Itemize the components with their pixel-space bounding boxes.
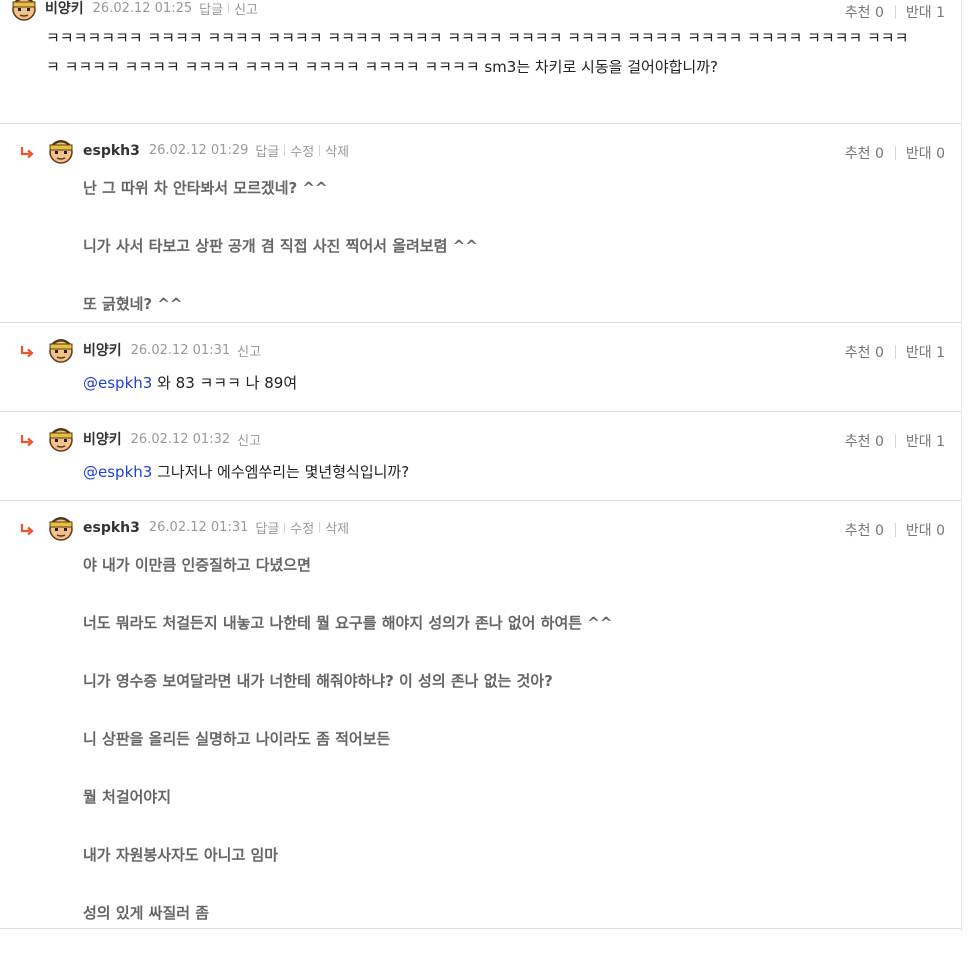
user-avatar-icon [49,140,73,164]
edit-button[interactable]: 수정 [290,518,314,537]
comment-paragraph: 니 상판을 올리든 실명하고 나이라도 좀 적어보든 [83,730,391,748]
author-name[interactable]: espkh3 [83,520,140,536]
upvote-button[interactable]: 추천 0 [845,2,884,22]
comment-date: 26.02.12 01:32 [130,431,231,447]
reply-arrow-icon [20,521,34,536]
reply-arrow-icon [20,144,34,159]
report-button[interactable]: 신고 [234,0,258,18]
upvote-button[interactable]: 추천 0 [845,520,884,540]
avatar[interactable] [10,0,38,22]
divider [894,523,896,537]
divider [894,434,896,448]
comment-text: ㅋㅋㅋㅋㅋㅋㅋ ㅋㅋㅋㅋ ㅋㅋㅋㅋ ㅋㅋㅋㅋ ㅋㅋㅋㅋ ㅋㅋㅋㅋ ㅋㅋㅋㅋ ㅋㅋ… [46,29,909,76]
avatar[interactable] [47,514,75,542]
reply-comment: espkh3 26.02.12 01:29 답글 수정 삭제 추천 0 반대 0… [0,124,961,323]
author-name[interactable]: 비양키 [83,340,122,360]
comment-paragraph: 뭘 처걸어야지 [83,788,172,806]
comment-meta: espkh3 26.02.12 01:29 답글 수정 삭제 [83,141,349,161]
upvote-button[interactable]: 추천 0 [845,143,884,163]
reply-comment: 비양키 26.02.12 01:31 신고 추천 0 반대 1 @espkh3 … [0,323,961,412]
comment-meta: espkh3 26.02.12 01:31 답글 수정 삭제 [83,518,349,538]
vote-controls: 추천 0 반대 0 [845,143,945,163]
delete-button[interactable]: 삭제 [325,518,349,537]
avatar[interactable] [47,137,75,165]
downvote-button[interactable]: 반대 1 [906,431,945,451]
user-avatar-icon [49,428,73,452]
reply-button[interactable]: 답글 [199,0,223,18]
vote-controls: 추천 0 반대 1 [845,342,945,362]
comment-paragraph: 야 내가 이만큼 인증질하고 다녔으면 [83,556,311,574]
comment-date: 26.02.12 01:31 [148,520,249,535]
vote-controls: 추천 0 반대 1 [845,431,945,451]
comment-date: 26.02.12 01:25 [92,0,193,16]
vote-controls: 추천 0 반대 1 [845,2,945,22]
comment-thread: 비양키 26.02.12 01:25 답글 신고 추천 0 반대 1 ㅋㅋㅋㅋㅋ… [0,0,962,932]
comment-text-content: 그나저나 에수엠쑤리는 몇년형식입니까? [152,463,410,481]
divider [228,2,230,14]
divider [319,522,321,533]
downvote-button[interactable]: 반대 1 [906,2,945,22]
comment-text: 야 내가 이만큼 인증질하고 다녔으면 너도 뭐라도 처걸든지 내놓고 나한테 … [83,551,943,957]
user-avatar-icon [49,339,73,363]
downvote-button[interactable]: 반대 0 [906,520,945,540]
comment-text: 난 그 따위 차 안타봐서 모르겠네? ^^ 니가 사서 타보고 상판 공개 겸… [83,174,943,348]
report-button[interactable]: 신고 [237,341,261,360]
comment-paragraph: 성의 있게 싸질러 좀 [83,904,210,922]
comment-paragraph: 너도 뭐라도 처걸든지 내놓고 나한테 뭘 요구를 해야지 성의가 존나 없어 … [83,614,613,632]
comment-paragraph: 난 그 따위 차 안타봐서 모르겠네? ^^ [83,179,328,197]
comment-paragraph: 또 긁혔네? ^^ [83,295,183,313]
reply-arrow-icon [20,432,34,447]
reply-arrow-icon [20,343,34,358]
upvote-button[interactable]: 추천 0 [845,342,884,362]
comment: 비양키 26.02.12 01:25 답글 신고 추천 0 반대 1 ㅋㅋㅋㅋㅋ… [0,0,961,124]
comment-text-content: 와 83 ㅋㅋㅋ 나 89여 [152,374,298,392]
user-avatar-icon [49,517,73,541]
reply-button[interactable]: 답글 [255,518,279,537]
upvote-button[interactable]: 추천 0 [845,431,884,451]
vote-controls: 추천 0 반대 0 [845,520,945,540]
reply-comment: 비양키 26.02.12 01:32 신고 추천 0 반대 1 @espkh3 … [0,412,961,501]
author-name[interactable]: espkh3 [83,143,140,159]
report-button[interactable]: 신고 [237,430,261,449]
divider [894,146,896,160]
delete-button[interactable]: 삭제 [325,141,349,160]
comment-date: 26.02.12 01:31 [130,342,231,358]
avatar[interactable] [47,336,75,364]
divider [319,145,321,156]
author-name[interactable]: 비양키 [83,429,122,449]
comment-text: @espkh3 와 83 ㅋㅋㅋ 나 89여 [83,369,297,397]
reply-button[interactable]: 답글 [255,141,279,160]
avatar[interactable] [47,425,75,453]
comment-meta: 비양키 26.02.12 01:25 답글 신고 [45,0,258,18]
divider [894,345,896,359]
divider [894,5,896,19]
reply-comment: espkh3 26.02.12 01:31 답글 수정 삭제 추천 0 반대 0… [0,501,961,929]
divider [284,145,286,156]
edit-button[interactable]: 수정 [290,141,314,160]
mention-link[interactable]: @espkh3 [83,374,152,392]
comment-paragraph: 니가 사서 타보고 상판 공개 겸 직접 사진 찍어서 올려보렴 ^^ [83,237,478,255]
mention-link[interactable]: @espkh3 [83,463,152,481]
downvote-button[interactable]: 반대 0 [906,143,945,163]
author-name[interactable]: 비양키 [45,0,84,18]
comment-paragraph: 내가 자원봉사자도 아니고 임마 [83,846,279,864]
user-avatar-icon [12,0,36,21]
comment-date: 26.02.12 01:29 [148,143,249,158]
divider [284,522,286,533]
comment-meta: 비양키 26.02.12 01:32 신고 [83,429,261,449]
comment-paragraph: 니가 영수증 보여달라면 내가 너한테 해줘야하냐? 이 성의 존나 없는 것아… [83,672,553,690]
comment-meta: 비양키 26.02.12 01:31 신고 [83,340,261,360]
comment-text: @espkh3 그나저나 에수엠쑤리는 몇년형식입니까? [83,458,409,486]
downvote-button[interactable]: 반대 1 [906,342,945,362]
